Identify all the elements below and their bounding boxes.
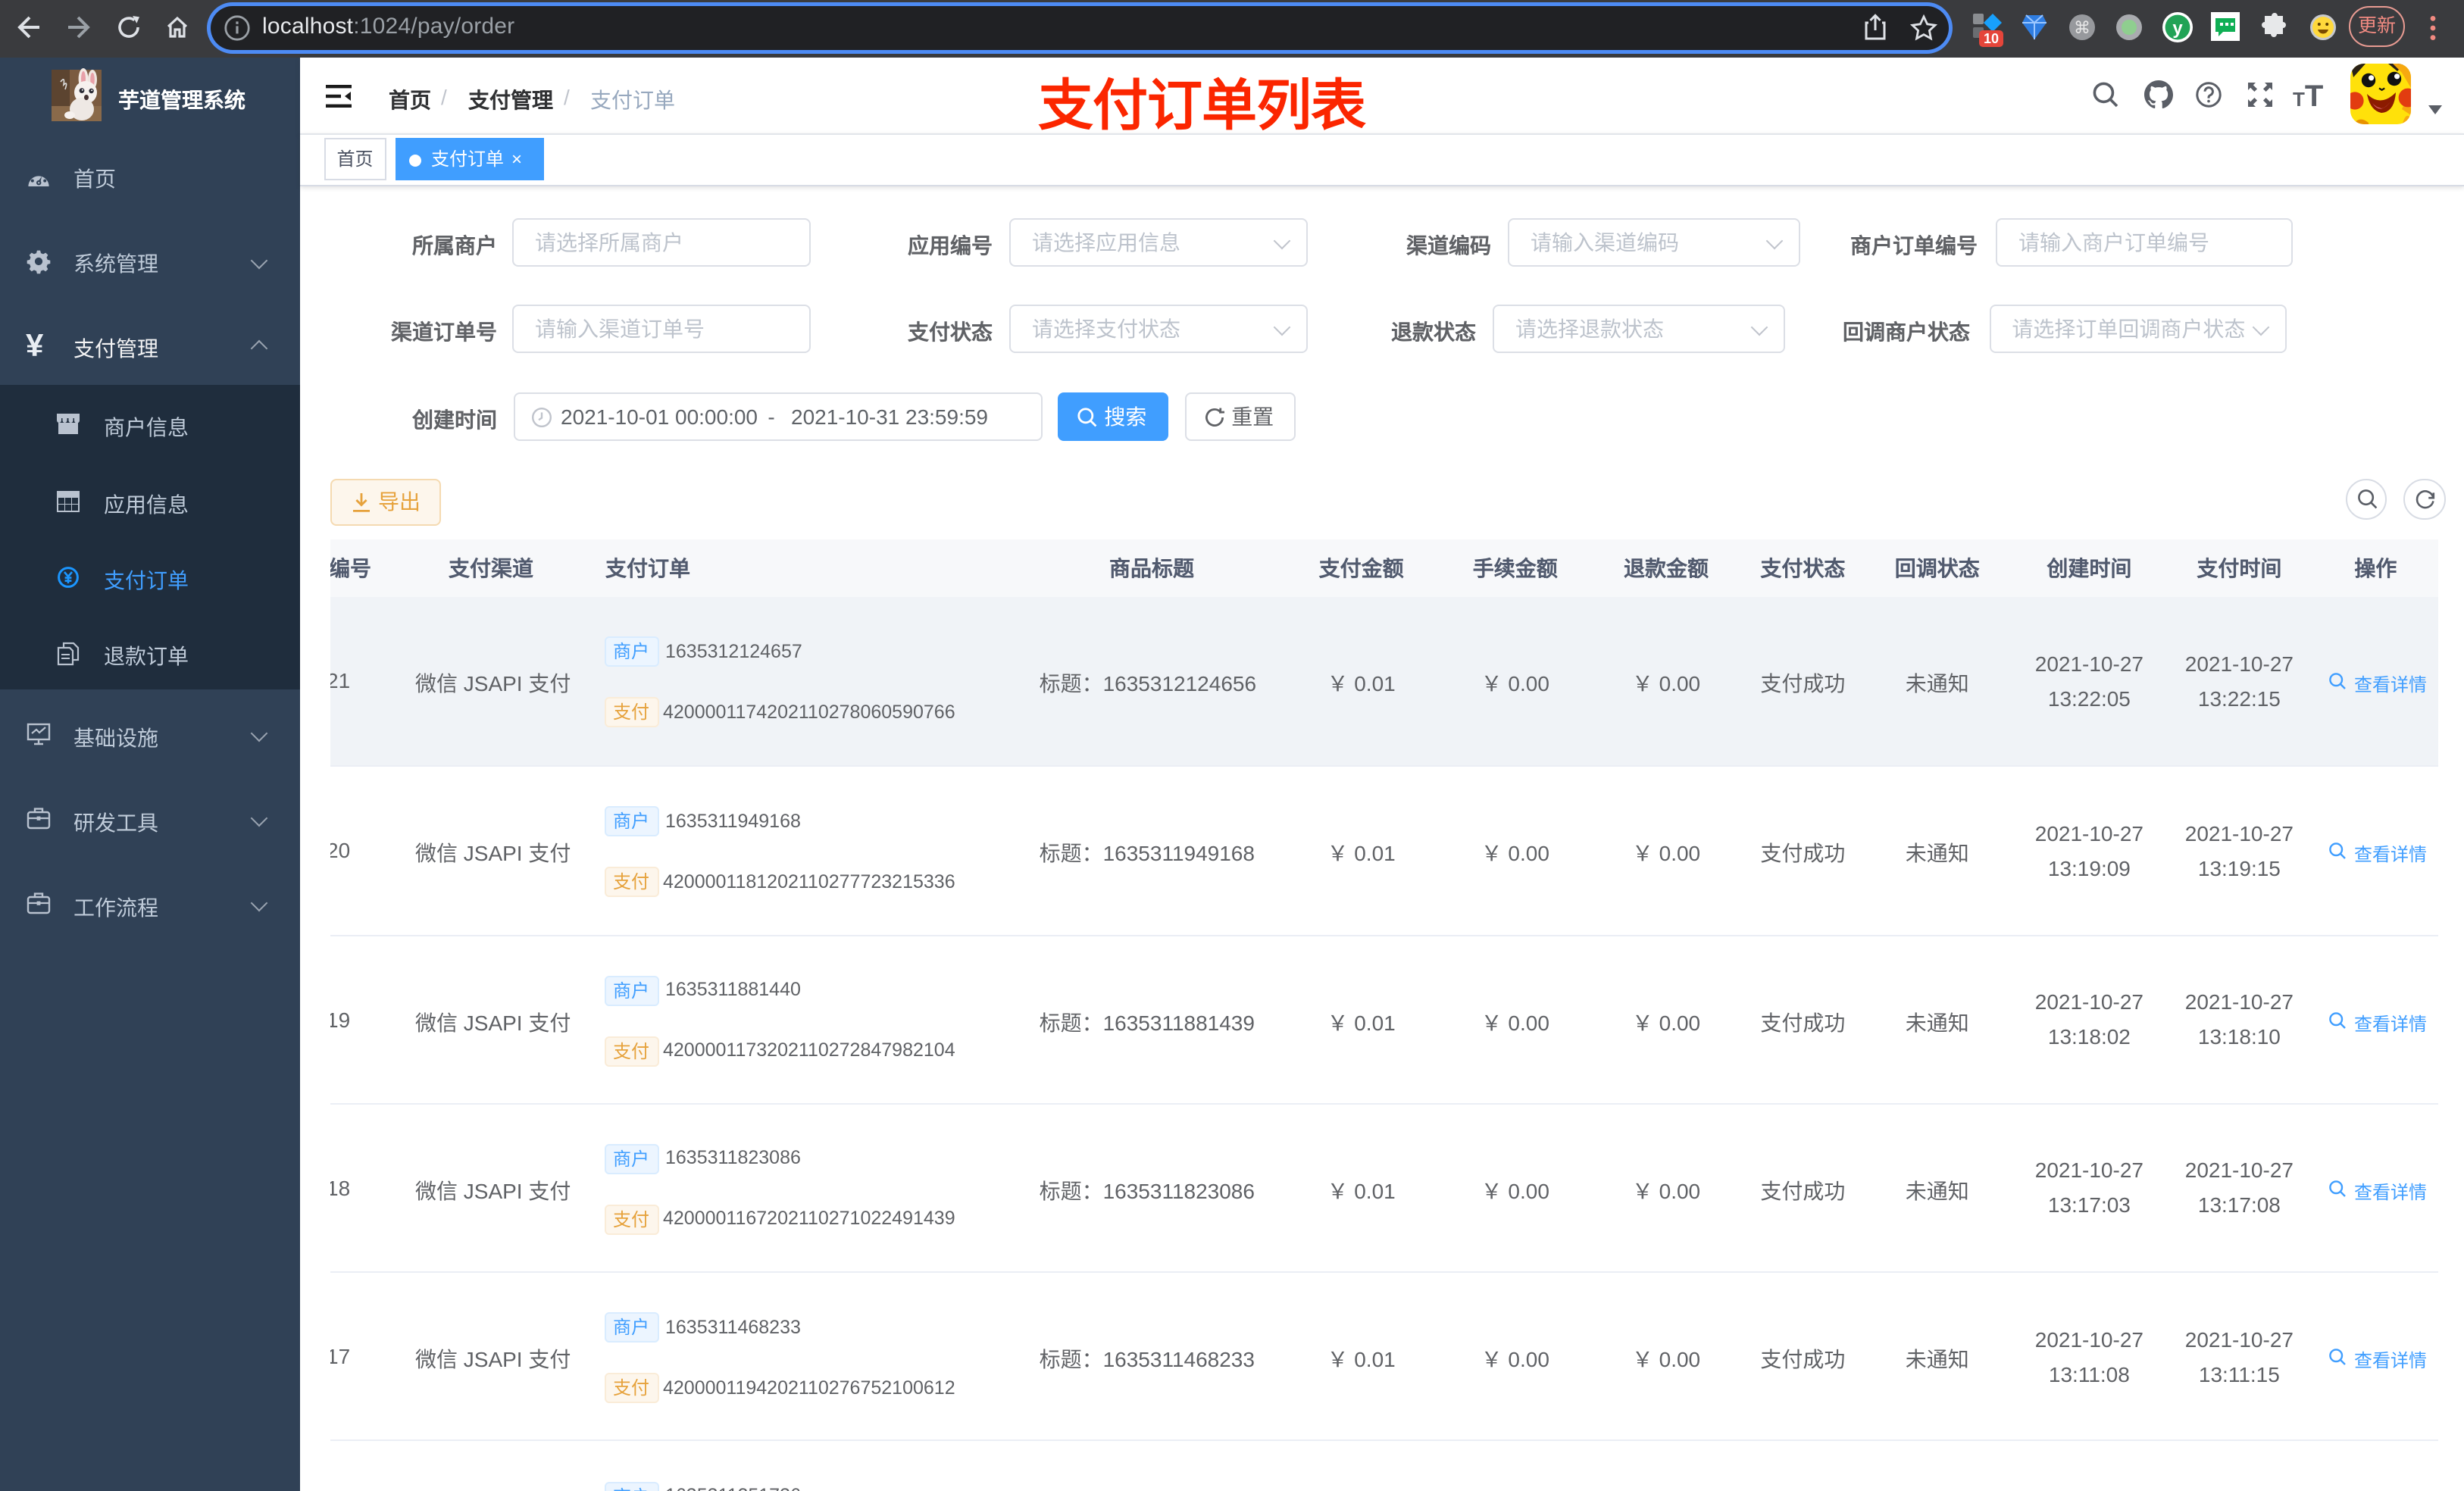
svg-text:y: y — [2172, 18, 2183, 39]
svg-text:10: 10 — [1984, 31, 1999, 46]
svg-text:⌘: ⌘ — [2074, 18, 2090, 37]
